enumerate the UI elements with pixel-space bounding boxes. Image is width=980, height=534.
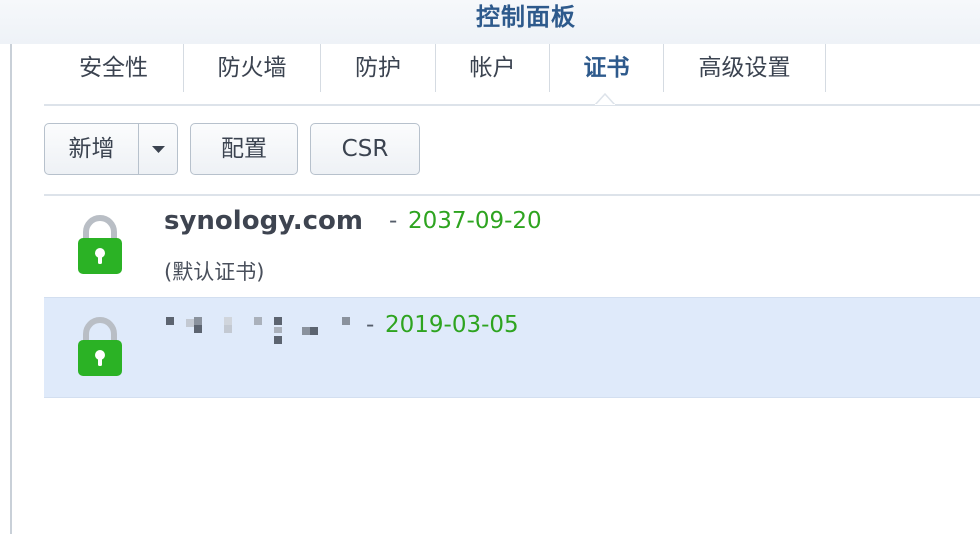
window-titlebar: 控制面板 [0, 0, 980, 44]
active-tab-caret-icon [595, 93, 615, 105]
tab-separator [825, 44, 826, 92]
certificate-separator: - [389, 208, 398, 234]
certificate-expiry-date: 2037-09-20 [408, 208, 542, 234]
tab-firewall[interactable]: 防火墙 [184, 44, 320, 92]
add-dropdown-button[interactable] [139, 124, 177, 174]
certificate-expiry-date: 2019-03-05 [385, 312, 519, 338]
certificate-row-selected[interactable]: - 2019-03-05 [44, 297, 980, 398]
configure-button[interactable]: 配置 [190, 123, 298, 175]
tab-protection[interactable]: 防护 [321, 44, 435, 92]
csr-button[interactable]: CSR [310, 123, 420, 175]
window-title: 控制面板 [476, 3, 576, 31]
window-left-border [10, 44, 12, 534]
tab-security[interactable]: 安全性 [44, 44, 183, 92]
control-panel-window: 控制面板 安全性 防火墙 防护 帐户 证书 高级设置 新增 配置 CSR syn… [0, 0, 980, 534]
tab-account[interactable]: 帐户 [436, 44, 549, 92]
tab-bar: 安全性 防火墙 防护 帐户 证书 高级设置 [44, 44, 980, 106]
tab-advanced[interactable]: 高级设置 [664, 44, 825, 92]
caret-down-icon [152, 146, 165, 153]
certificate-row[interactable]: synology.com - 2037-09-20 (默认证书) [44, 196, 980, 297]
lock-icon [78, 215, 122, 274]
certificate-separator: - [366, 312, 375, 338]
redacted-certificate-name [166, 317, 350, 344]
lock-icon [78, 317, 122, 376]
add-button[interactable]: 新增 [45, 124, 138, 174]
tab-certificate[interactable]: 证书 [550, 44, 663, 92]
add-split-button: 新增 [44, 123, 178, 175]
default-certificate-label: (默认证书) [164, 260, 265, 284]
certificate-name: synology.com [164, 206, 363, 236]
